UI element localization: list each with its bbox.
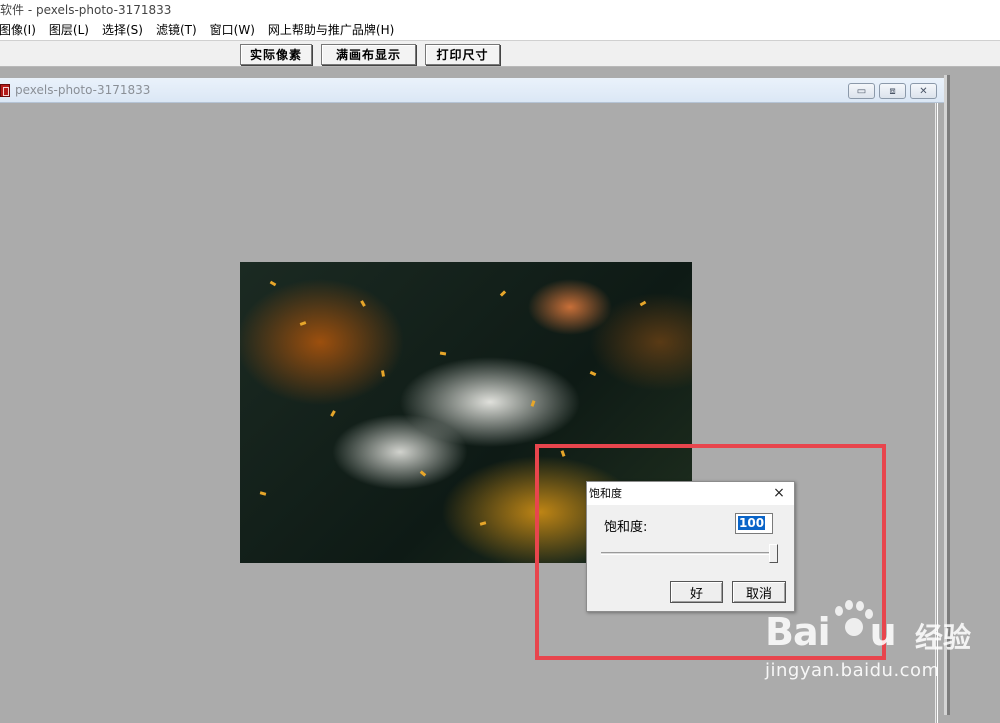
menu-filter[interactable]: 滤镜(T): [151, 20, 205, 40]
saturation-label: 饱和度:: [604, 520, 648, 535]
confetti: [360, 300, 366, 307]
confetti: [639, 300, 647, 307]
menu-select[interactable]: 选择(S): [97, 20, 151, 40]
restore-icon[interactable]: ⧈: [879, 83, 906, 99]
confetti: [479, 521, 487, 526]
saturation-dialog: 饱和度 × 饱和度: 100 好 取消: [586, 481, 795, 612]
menu-window[interactable]: 窗口(W): [205, 20, 263, 40]
document-title: pexels-photo-3171833: [15, 83, 151, 97]
saturation-input[interactable]: 100: [735, 513, 773, 534]
menu-bar: 图像(I) 图层(L) 选择(S) 滤镜(T) 窗口(W) 网上帮助与推广品牌(…: [0, 20, 1000, 40]
dialog-title: 饱和度: [589, 487, 622, 500]
toolbar: 实际像素 满画布显示 打印尺寸: [0, 40, 1000, 67]
dialog-close-icon[interactable]: ×: [770, 484, 788, 502]
menu-help[interactable]: 网上帮助与推广品牌(H): [263, 20, 402, 40]
watermark-cn: 经验: [915, 621, 972, 654]
menu-layer[interactable]: 图层(L): [44, 20, 97, 40]
actual-pixels-button[interactable]: 实际像素: [240, 44, 312, 65]
saturation-slider-track[interactable]: [601, 552, 775, 555]
app-title: 软件 - pexels-photo-3171833: [0, 3, 172, 17]
fit-canvas-button[interactable]: 满画布显示: [321, 44, 416, 65]
close-icon[interactable]: ✕: [910, 83, 937, 99]
saturation-value: 100: [738, 516, 766, 530]
app-title-bar: 软件 - pexels-photo-3171833: [0, 0, 1000, 20]
ok-button[interactable]: 好: [670, 581, 723, 603]
confetti: [499, 290, 507, 297]
confetti: [381, 370, 385, 377]
confetti: [299, 321, 307, 326]
image-document-icon: [0, 84, 10, 97]
print-size-button[interactable]: 打印尺寸: [425, 44, 500, 65]
confetti: [259, 491, 267, 496]
saturation-slider-thumb[interactable]: [769, 544, 778, 563]
confetti: [330, 410, 336, 417]
confetti: [419, 470, 427, 477]
watermark-url: jingyan.baidu.com: [765, 660, 940, 681]
confetti: [530, 400, 536, 407]
confetti: [269, 280, 277, 287]
minimize-icon[interactable]: ▭: [848, 83, 875, 99]
menu-image[interactable]: 图像(I): [0, 20, 44, 40]
confetti: [439, 351, 447, 356]
document-title-bar[interactable]: pexels-photo-3171833 ▭ ⧈ ✕: [0, 78, 944, 103]
confetti: [589, 370, 597, 377]
dialog-title-bar[interactable]: 饱和度 ×: [587, 482, 794, 505]
baidu-watermark: Bai u 经验 jingyan.baidu.com: [765, 600, 995, 690]
paw-icon: [831, 600, 875, 640]
